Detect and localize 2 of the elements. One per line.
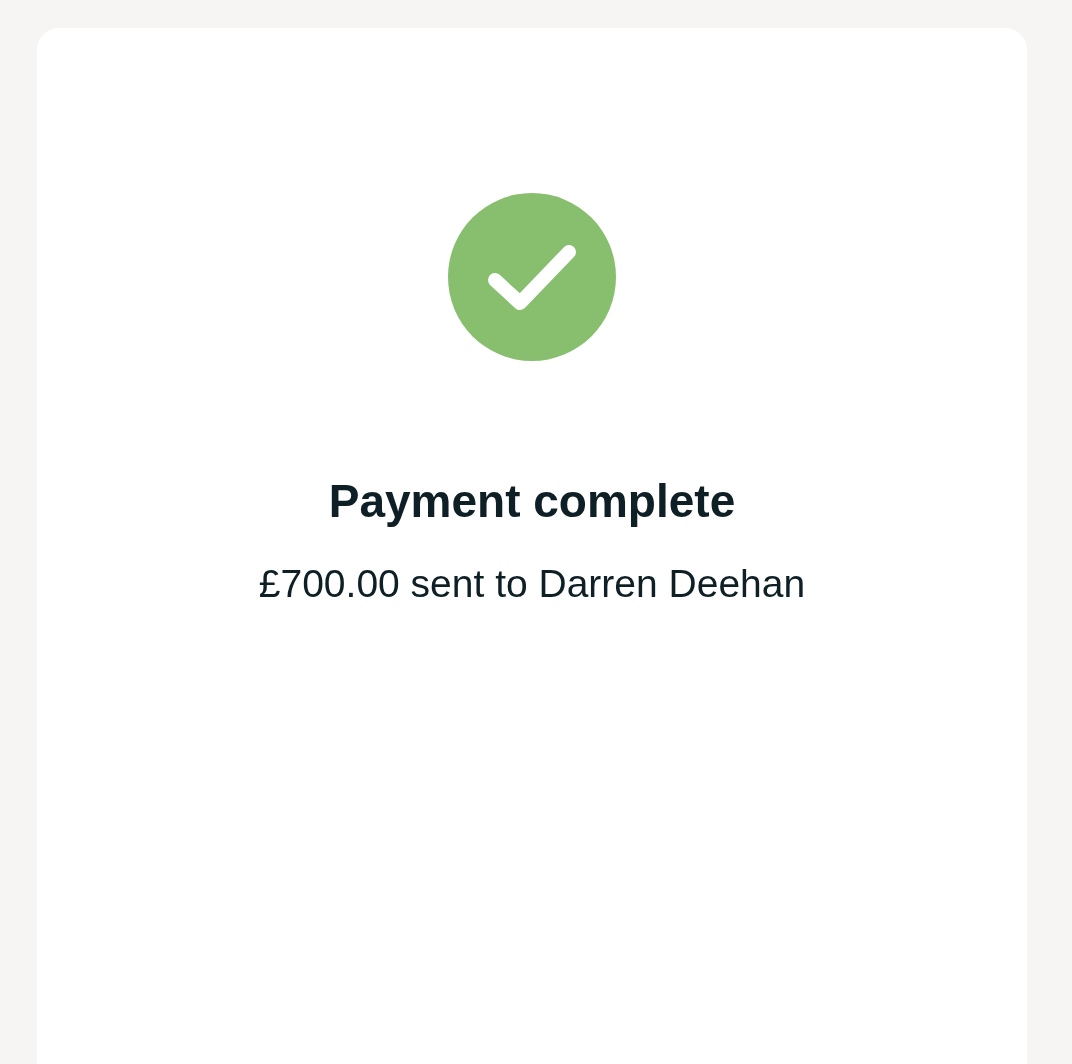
payment-title: Payment complete: [328, 474, 736, 529]
payment-message: £700.00 sent to Darren Deehan: [258, 561, 806, 607]
